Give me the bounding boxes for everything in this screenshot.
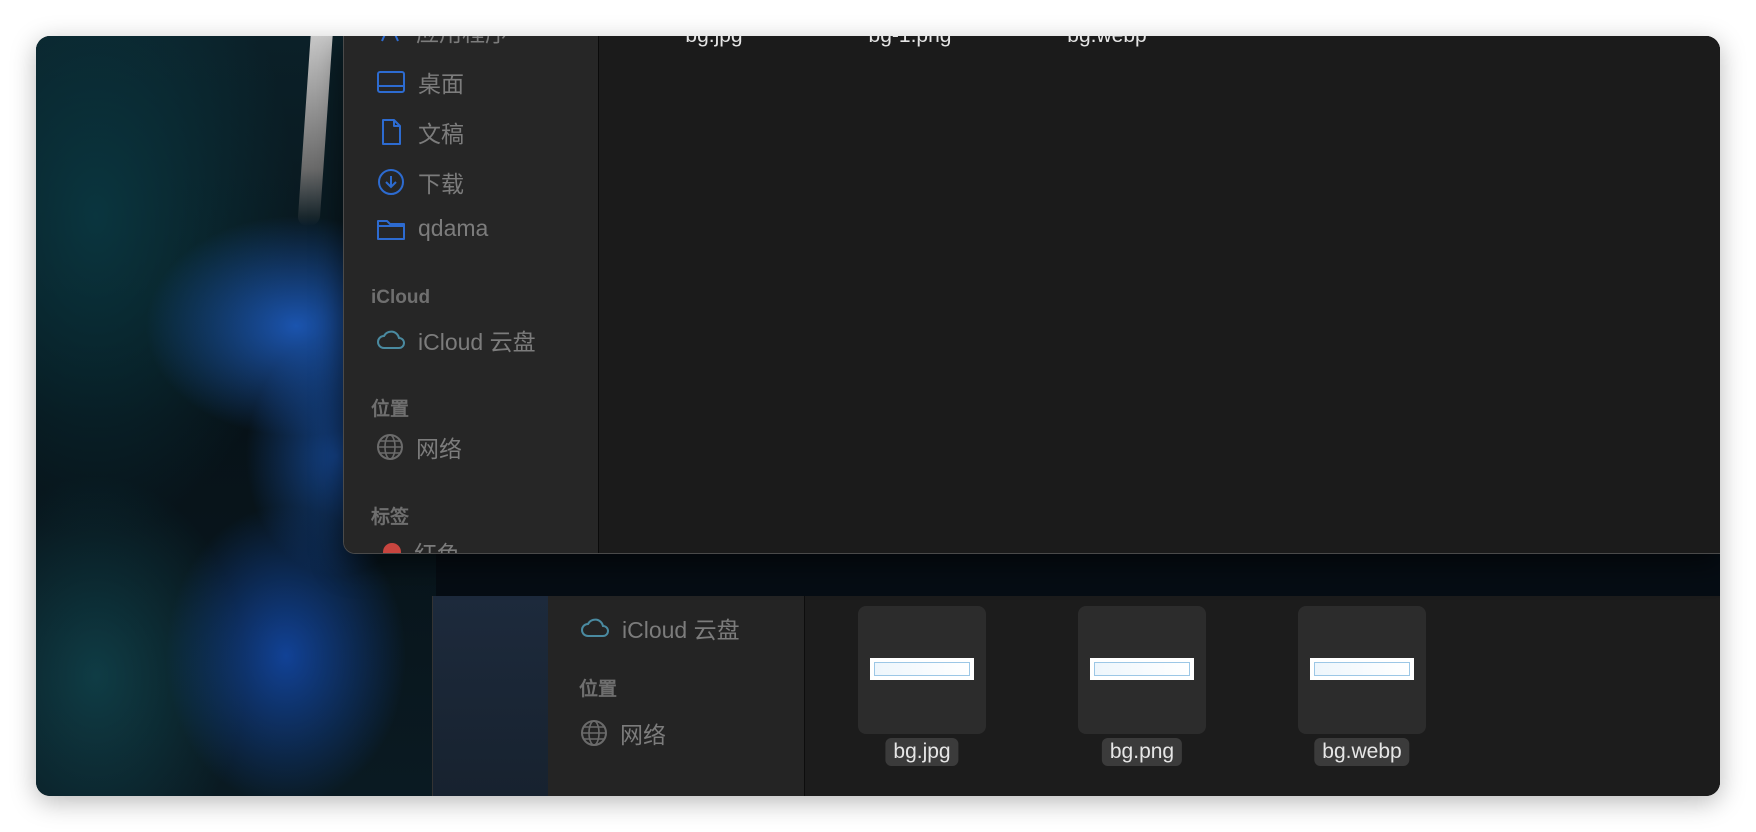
sidebar-item-tag-red[interactable]: 红色 (382, 535, 460, 554)
desktop-icon (377, 71, 405, 93)
file-name-label[interactable]: bg.jpg (685, 36, 742, 48)
red-tag-dot-icon (383, 543, 401, 553)
globe-icon (377, 434, 403, 460)
download-icon (378, 169, 404, 195)
sidebar-item-label: 文稿 (418, 121, 464, 147)
sidebar-item-label: 网络 (416, 436, 462, 462)
file-thumbnail[interactable] (858, 606, 986, 734)
bg-sidebar-item-label: iCloud 云盘 (622, 617, 740, 643)
file-dialog: 应用程序 桌面 文稿 下载 qdama iCloud iCloud 云盘 (343, 36, 1720, 554)
sidebar-item-label: 应用程序 (416, 36, 508, 48)
dialog-sidebar: 应用程序 桌面 文稿 下载 qdama iCloud iCloud 云盘 (344, 36, 599, 553)
sidebar-section-locations: 位置 (371, 399, 410, 420)
sidebar-item-label: iCloud 云盘 (418, 329, 536, 355)
sidebar-item-icloud-drive[interactable]: iCloud 云盘 (376, 323, 536, 357)
sidebar-item-applications[interactable]: 应用程序 (376, 36, 508, 48)
globe-icon (581, 720, 607, 746)
file-name-label[interactable]: bg.jpg (885, 738, 959, 766)
sidebar-item-documents[interactable]: 文稿 (376, 115, 464, 149)
cloud-icon (377, 330, 405, 349)
background-finder-window: iCloud 云盘 位置 网络 bg.jpg bg.png bg.webp (432, 596, 1720, 796)
file-name-label[interactable]: bg-1.png (869, 36, 952, 48)
file-name-label[interactable]: bg.webp (1314, 738, 1410, 766)
sidebar-item-label: 红色 (414, 541, 460, 554)
apps-icon (381, 36, 399, 42)
image-preview-icon (1090, 658, 1194, 680)
wallpaper-light-streak (297, 36, 333, 226)
cloud-icon (581, 618, 609, 637)
sidebar-section-tags: 标签 (371, 507, 410, 528)
sidebar-item-downloads[interactable]: 下载 (376, 165, 464, 199)
sidebar-section-icloud: iCloud (371, 287, 431, 308)
folder-icon (377, 219, 405, 240)
bg-sidebar-item-network[interactable]: 网络 (580, 716, 666, 750)
sidebar-item-label: 下载 (418, 171, 464, 197)
background-window-edge (432, 596, 548, 796)
sidebar-item-label: qdama (418, 215, 489, 241)
file-thumbnail[interactable] (1078, 606, 1206, 734)
bg-sidebar-section-locations: 位置 (579, 679, 618, 700)
sidebar-item-network[interactable]: 网络 (376, 430, 462, 464)
background-sidebar: iCloud 云盘 位置 网络 (548, 596, 805, 796)
image-preview-icon (870, 658, 974, 680)
bg-sidebar-item-icloud-drive[interactable]: iCloud 云盘 (580, 611, 740, 645)
file-name-label[interactable]: bg.webp (1067, 36, 1146, 48)
document-icon (382, 119, 401, 145)
screenshot-frame: iCloud 云盘 位置 网络 bg.jpg bg.png bg.webp 应用… (36, 36, 1720, 796)
bg-sidebar-item-label: 网络 (620, 722, 666, 748)
background-file-grid: bg.jpg bg.png bg.webp (805, 596, 1720, 796)
sidebar-item-qdama[interactable]: qdama (376, 215, 488, 242)
file-name-label[interactable]: bg.png (1101, 738, 1183, 766)
dialog-file-grid: bg.jpg bg-1.png bg.webp (599, 36, 1720, 553)
file-thumbnail[interactable] (1298, 606, 1426, 734)
sidebar-item-desktop[interactable]: 桌面 (376, 65, 464, 99)
image-preview-icon (1310, 658, 1414, 680)
sidebar-item-label: 桌面 (418, 71, 464, 97)
